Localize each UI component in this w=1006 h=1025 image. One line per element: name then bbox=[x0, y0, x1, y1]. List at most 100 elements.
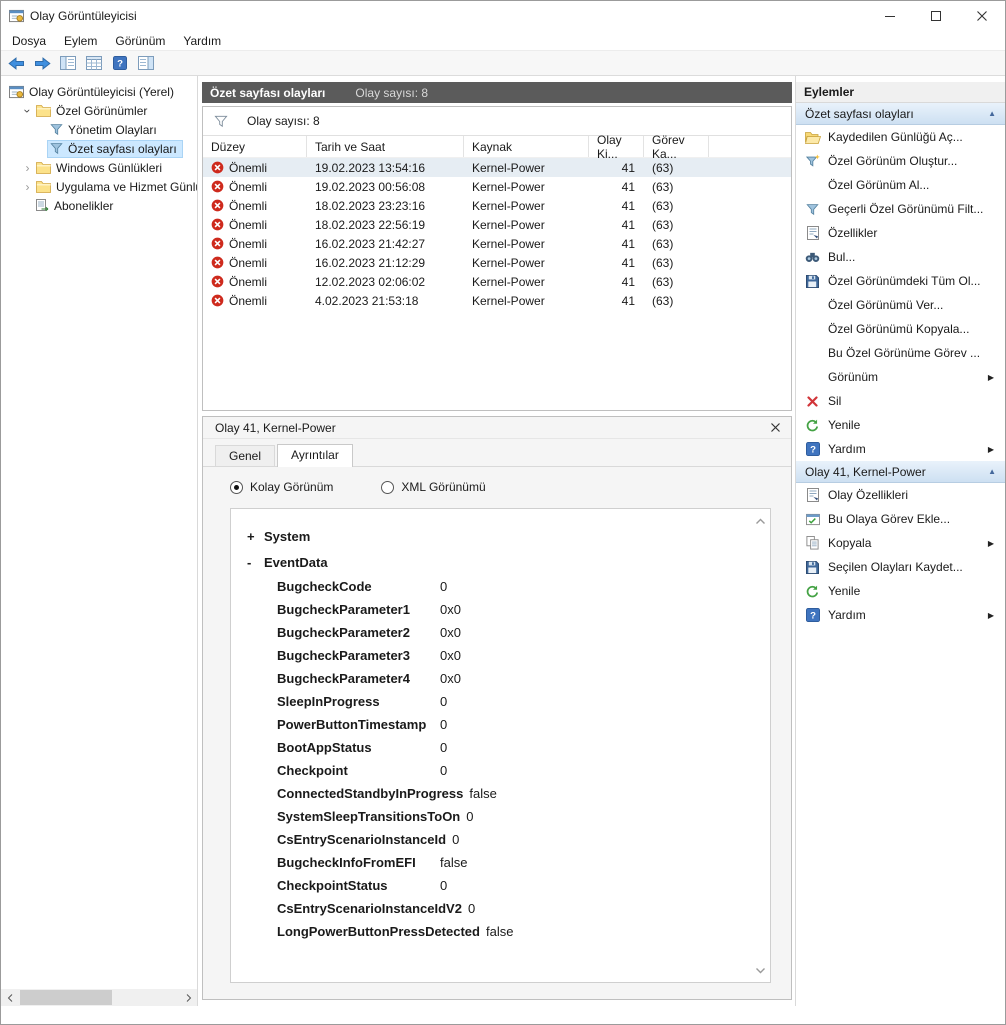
expand-node-icon[interactable]: + bbox=[247, 529, 264, 544]
action-item[interactable]: ? Yardım ▶ bbox=[796, 437, 1005, 461]
event-row[interactable]: Önemli 18.02.2023 22:56:19 Kernel-Power 41 (… bbox=[203, 215, 791, 234]
event-row[interactable]: Önemli 16.02.2023 21:12:29 Kernel-Power 41 (… bbox=[203, 253, 791, 272]
event-row[interactable]: Önemli 18.02.2023 23:23:16 Kernel-Power 41 (… bbox=[203, 196, 791, 215]
action-item[interactable]: Yenile bbox=[796, 413, 1005, 437]
scroll-right-icon[interactable] bbox=[180, 989, 197, 1006]
action-group-header[interactable]: Olay 41, Kernel-Power ▲ bbox=[796, 461, 1005, 483]
menu-item[interactable]: Eylem bbox=[55, 32, 106, 50]
view-mode-radio[interactable]: Kolay Görünüm bbox=[230, 480, 333, 494]
preview-tab[interactable]: Ayrıntılar bbox=[277, 444, 353, 467]
action-item[interactable]: Özel Görünüm Al... bbox=[796, 173, 1005, 197]
back-icon bbox=[7, 56, 25, 71]
help-button[interactable]: ? bbox=[108, 52, 132, 74]
chevron-right-icon[interactable]: › bbox=[21, 161, 34, 175]
collapse-group-icon[interactable]: ▲ bbox=[988, 467, 996, 476]
event-row[interactable]: Önemli 12.02.2023 02:06:02 Kernel-Power 41 (… bbox=[203, 272, 791, 291]
action-item[interactable]: Seçilen Olayları Kaydet... bbox=[796, 555, 1005, 579]
action-item[interactable]: Görünüm ▶ bbox=[796, 365, 1005, 389]
scroll-down-icon[interactable] bbox=[755, 963, 766, 977]
save-icon bbox=[804, 559, 821, 575]
action-item[interactable]: Özellikler bbox=[796, 221, 1005, 245]
action-item[interactable]: Özel Görünümdeki Tüm Ol... bbox=[796, 269, 1005, 293]
detail-node[interactable]: + System bbox=[247, 523, 744, 549]
event-data-row: CsEntryScenarioInstanceId 0 bbox=[247, 828, 744, 851]
tree-item[interactable]: Olay Görüntüleyicisi (Yerel) bbox=[1, 82, 197, 101]
field-name: BugcheckParameter4 bbox=[277, 671, 410, 686]
event-data-row: Checkpoint 0 bbox=[247, 759, 744, 782]
chevron-down-icon[interactable]: › bbox=[21, 104, 35, 117]
grid-icon bbox=[86, 56, 102, 70]
task-category-cell: (63) bbox=[652, 217, 674, 232]
preview-tab[interactable]: Genel bbox=[215, 445, 276, 466]
tree-item[interactable]: › Windows Günlükleri bbox=[1, 158, 197, 177]
view-mode-radio[interactable]: XML Görünümü bbox=[381, 480, 486, 494]
column-header[interactable]: Tarih ve Saat bbox=[307, 136, 464, 157]
chevron-right-icon[interactable]: › bbox=[21, 180, 34, 194]
tree-item[interactable]: › Uygulama ve Hizmet Günlük bbox=[1, 177, 198, 196]
show-action-pane-button[interactable] bbox=[134, 52, 158, 74]
field-value: 0 bbox=[440, 763, 448, 778]
show-console-tree-button[interactable] bbox=[56, 52, 80, 74]
scrollbar-thumb[interactable] bbox=[20, 990, 112, 1005]
column-header[interactable]: Düzey bbox=[203, 136, 307, 157]
event-row[interactable]: Önemli 16.02.2023 21:42:27 Kernel-Power 41 (… bbox=[203, 234, 791, 253]
tree-item[interactable]: Abonelikler bbox=[1, 196, 197, 215]
action-group-header[interactable]: Özet sayfası olayları ▲ bbox=[796, 103, 1005, 125]
scroll-up-icon[interactable] bbox=[755, 514, 766, 528]
event-row[interactable]: Önemli 19.02.2023 13:54:16 Kernel-Power 41 (… bbox=[203, 158, 791, 177]
field-name: CsEntryScenarioInstanceId bbox=[277, 832, 447, 847]
tree-horizontal-scrollbar[interactable] bbox=[1, 989, 197, 1006]
column-header[interactable]: Olay Ki... bbox=[589, 133, 644, 161]
action-item[interactable]: Geçerli Özel Görünümü Filt... bbox=[796, 197, 1005, 221]
action-item[interactable]: ? Yardım ▶ bbox=[796, 603, 1005, 627]
event-data-row: PowerButtonTimestamp 0 bbox=[247, 713, 744, 736]
scroll-left-icon[interactable] bbox=[1, 989, 18, 1006]
preview-vertical-scrollbar[interactable] bbox=[753, 514, 767, 977]
action-item[interactable]: Kaydedilen Günlüğü Aç... bbox=[796, 125, 1005, 149]
action-item[interactable]: Bu Olaya Görev Ekle... bbox=[796, 507, 1005, 531]
scrollbar-track[interactable] bbox=[18, 989, 180, 1006]
event-data-row: BugcheckParameter4 0x0 bbox=[247, 667, 744, 690]
tree-item[interactable]: Özet sayfası olayları bbox=[1, 139, 197, 158]
action-item[interactable]: Özel Görünüm Oluştur... bbox=[796, 149, 1005, 173]
action-item[interactable]: Bu Özel Görünüme Görev ... bbox=[796, 341, 1005, 365]
detail-node[interactable]: - EventData bbox=[247, 549, 744, 575]
tree-item-label: Abonelikler bbox=[54, 198, 114, 213]
tree-item-label: Yönetim Olayları bbox=[68, 122, 157, 137]
radio-label: XML Görünümü bbox=[401, 480, 486, 494]
back-button[interactable] bbox=[4, 52, 28, 74]
action-item[interactable]: Olay Özellikleri bbox=[796, 483, 1005, 507]
column-header[interactable]: Görev Ka... bbox=[644, 133, 709, 161]
menu-item[interactable]: Yardım bbox=[174, 32, 230, 50]
field-value: 0 bbox=[467, 901, 476, 916]
forward-button[interactable] bbox=[30, 52, 54, 74]
menu-item[interactable]: Görünüm bbox=[106, 32, 174, 50]
action-item[interactable]: Kopyala ▶ bbox=[796, 531, 1005, 555]
caption-buttons bbox=[867, 1, 1005, 31]
action-item[interactable]: Sil bbox=[796, 389, 1005, 413]
column-header[interactable]: Kaynak bbox=[464, 136, 589, 157]
action-item-label: Bu Özel Görünüme Görev ... bbox=[828, 346, 981, 360]
submenu-arrow-icon: ▶ bbox=[987, 610, 994, 620]
collapse-node-icon[interactable]: - bbox=[247, 555, 264, 570]
event-row[interactable]: Önemli 4.02.2023 21:53:18 Kernel-Power 41 (6… bbox=[203, 291, 791, 310]
field-name: BugcheckParameter1 bbox=[277, 602, 410, 617]
tree-item[interactable]: › Özel Görünümler bbox=[1, 101, 197, 120]
export-list-button[interactable] bbox=[82, 52, 106, 74]
maximize-button[interactable] bbox=[913, 1, 959, 31]
action-item[interactable]: Özel Görünümü Ver... bbox=[796, 293, 1005, 317]
subs-icon bbox=[36, 198, 49, 213]
action-item[interactable]: Yenile bbox=[796, 579, 1005, 603]
close-button[interactable] bbox=[959, 1, 1005, 31]
minimize-button[interactable] bbox=[867, 1, 913, 31]
tree-item[interactable]: Yönetim Olayları bbox=[1, 120, 197, 139]
menu-item[interactable]: Dosya bbox=[3, 32, 55, 50]
collapse-group-icon[interactable]: ▲ bbox=[988, 109, 996, 118]
event-data-row: CheckpointStatus 0 bbox=[247, 874, 744, 897]
action-item[interactable]: Bul... bbox=[796, 245, 1005, 269]
close-preview-icon[interactable] bbox=[771, 423, 780, 432]
action-item[interactable]: Özel Görünümü Kopyala... bbox=[796, 317, 1005, 341]
window-title: Olay Görüntüleyicisi bbox=[30, 9, 137, 23]
event-viewer-window: Olay Görüntüleyicisi Dosya Eylem Görünüm Ya… bbox=[0, 0, 1006, 1025]
event-row[interactable]: Önemli 19.02.2023 00:56:08 Kernel-Power 41 (… bbox=[203, 177, 791, 196]
